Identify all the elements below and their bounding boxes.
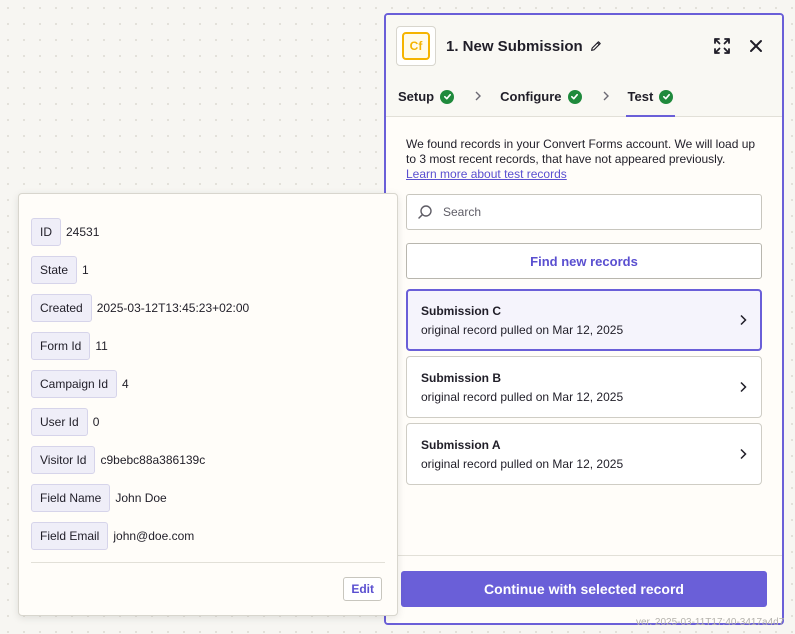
field-value: 0 bbox=[92, 415, 100, 429]
record-subtitle: original record pulled on Mar 12, 2025 bbox=[421, 389, 624, 404]
edit-pencil-icon[interactable] bbox=[589, 39, 603, 53]
record-name: Submission B bbox=[421, 370, 502, 385]
record-item[interactable]: Submission B original record pulled on M… bbox=[406, 356, 762, 418]
record-list: Submission C original record pulled on M… bbox=[406, 289, 762, 485]
record-subtitle: original record pulled on Mar 12, 2025 bbox=[421, 456, 624, 471]
continue-button[interactable]: Continue with selected record bbox=[401, 571, 767, 607]
chevron-right-icon bbox=[740, 448, 747, 460]
field-row: Campaign Id 4 bbox=[31, 365, 385, 403]
field-row: ID 24531 bbox=[31, 213, 385, 251]
field-key: Field Email bbox=[31, 522, 109, 550]
tab-label: Configure bbox=[500, 89, 562, 104]
record-name: Submission C bbox=[421, 303, 502, 318]
field-key: Field Name bbox=[31, 484, 111, 512]
edit-button[interactable]: Edit bbox=[343, 577, 382, 601]
divider bbox=[31, 562, 385, 563]
field-value: 2025-03-12T13:45:23+02:00 bbox=[96, 301, 250, 315]
chevron-right-icon bbox=[740, 314, 747, 326]
learn-more-link[interactable]: Learn more about test records bbox=[406, 167, 762, 182]
record-item[interactable]: Submission C original record pulled on M… bbox=[406, 289, 762, 351]
field-key: Visitor Id bbox=[31, 446, 96, 474]
record-subtitle: original record pulled on Mar 12, 2025 bbox=[421, 322, 624, 337]
field-row: State 1 bbox=[31, 251, 385, 289]
step-tabs: Setup Configure Test bbox=[386, 77, 782, 117]
field-value: 24531 bbox=[66, 225, 100, 239]
field-key: Form Id bbox=[31, 332, 91, 360]
chevron-right-icon bbox=[474, 89, 482, 104]
expand-button[interactable] bbox=[708, 32, 736, 60]
search-icon bbox=[418, 205, 432, 219]
field-row: User Id 0 bbox=[31, 403, 385, 441]
tab-label: Test bbox=[627, 89, 654, 104]
field-key: Campaign Id bbox=[31, 370, 118, 398]
field-row: Created 2025-03-12T13:45:23+02:00 bbox=[31, 289, 385, 327]
field-value: 1 bbox=[82, 263, 89, 277]
field-row: Form Id 11 bbox=[31, 327, 385, 365]
field-key: User Id bbox=[31, 408, 88, 436]
field-value: John Doe bbox=[115, 491, 167, 505]
field-value: 11 bbox=[95, 339, 108, 353]
intro-text: We found records in your Convert Forms a… bbox=[406, 137, 756, 166]
app-logo: Cf bbox=[396, 26, 436, 66]
panel-footer: Continue with selected record bbox=[386, 555, 782, 623]
close-icon bbox=[750, 40, 762, 52]
tab-configure[interactable]: Configure bbox=[500, 77, 582, 117]
field-value: 4 bbox=[122, 377, 129, 391]
field-key: ID bbox=[31, 218, 61, 246]
check-circle-icon bbox=[567, 89, 582, 104]
check-circle-icon bbox=[440, 89, 455, 104]
step-panel: Cf 1. New Submission Setup Configure Tes… bbox=[384, 13, 784, 625]
field-value: john@doe.com bbox=[113, 529, 195, 543]
record-name: Submission A bbox=[421, 437, 501, 452]
field-row: Field Email john@doe.com bbox=[31, 517, 385, 555]
test-body: We found records in your Convert Forms a… bbox=[386, 117, 782, 485]
field-key: State bbox=[31, 256, 78, 284]
expand-icon bbox=[714, 38, 730, 54]
field-row: Visitor Id c9bebc88a386139c bbox=[31, 441, 385, 479]
chevron-right-icon bbox=[602, 89, 610, 104]
find-new-records-button[interactable]: Find new records bbox=[406, 243, 762, 279]
field-list: ID 24531 State 1 Created 2025-03-12T13:4… bbox=[19, 194, 397, 555]
tab-label: Setup bbox=[398, 89, 435, 104]
record-detail-card: ID 24531 State 1 Created 2025-03-12T13:4… bbox=[18, 193, 398, 616]
record-item[interactable]: Submission A original record pulled on M… bbox=[406, 423, 762, 485]
search-box[interactable] bbox=[406, 194, 762, 230]
convert-forms-logo-icon: Cf bbox=[402, 32, 430, 60]
field-key: Created bbox=[31, 294, 92, 322]
field-row: Field Name John Doe bbox=[31, 479, 385, 517]
close-button[interactable] bbox=[742, 32, 770, 60]
tab-setup[interactable]: Setup bbox=[398, 77, 455, 117]
version-label: ver. 2025-03-11T17:40-3417a4d7 bbox=[636, 617, 785, 628]
chevron-right-icon bbox=[740, 381, 747, 393]
step-title[interactable]: 1. New Submission bbox=[446, 38, 583, 55]
field-value: c9bebc88a386139c bbox=[100, 453, 206, 467]
tab-test[interactable]: Test bbox=[625, 77, 676, 117]
search-input[interactable] bbox=[443, 205, 751, 219]
panel-header: Cf 1. New Submission bbox=[386, 15, 782, 77]
check-circle-icon bbox=[659, 89, 674, 104]
